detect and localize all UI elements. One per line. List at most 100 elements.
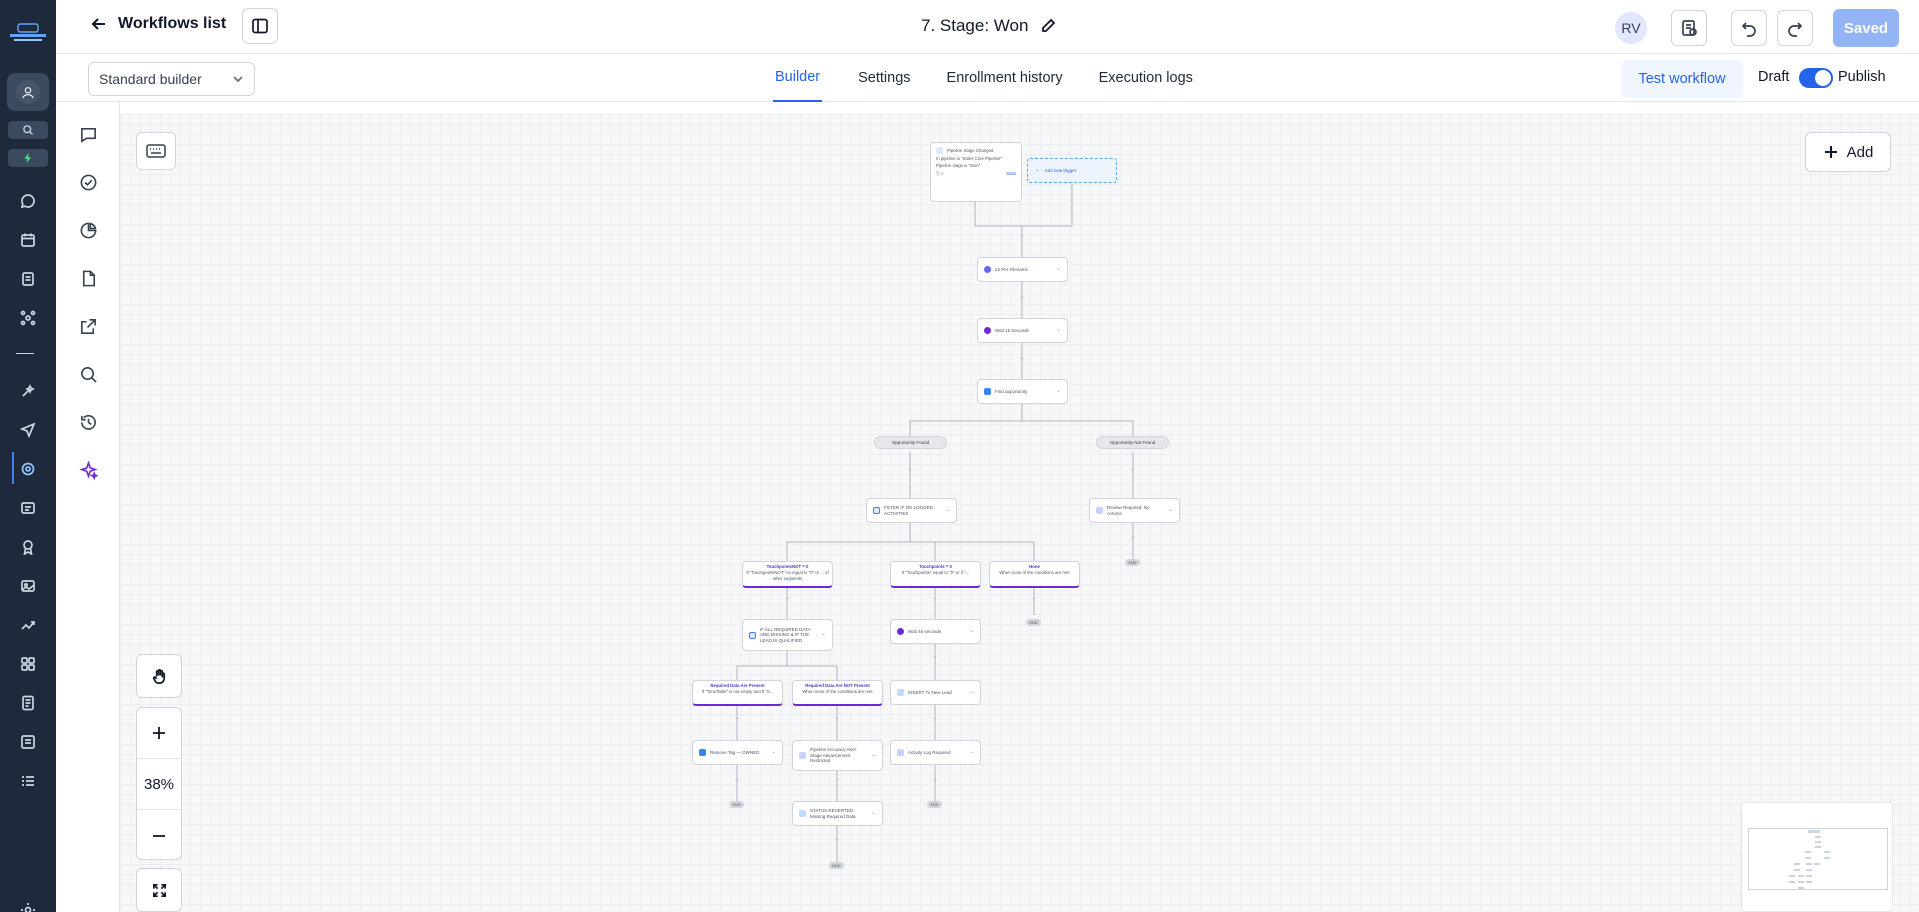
more-options-icon[interactable]: ⌄ xyxy=(1056,388,1061,395)
trigger-copy-icon[interactable]: ⎘ ⊘ xyxy=(936,170,943,178)
branch-touchpoints-zero[interactable]: Touchpoints = 0 If "Touchpoints" equal to… xyxy=(890,561,981,588)
more-options-icon[interactable]: ⌄ xyxy=(1056,266,1061,273)
branch-none[interactable]: None When none of the conditions are met xyxy=(989,561,1080,588)
action-node-pipeline-accuracy-alert[interactable]: Pipeline Accuracy Alert: Stage Advanceme… xyxy=(792,740,883,771)
add-step-plus[interactable]: + xyxy=(907,468,913,474)
zoom-out-button[interactable] xyxy=(137,810,181,861)
nav-media-icon[interactable] xyxy=(16,574,40,598)
more-options-icon[interactable]: ⌄ xyxy=(821,631,826,638)
action-node-all-required-data[interactable]: IF ALL REQUIRED DATA ARE MISSING & IF TH… xyxy=(742,619,833,651)
nav-tasks-icon[interactable] xyxy=(16,769,40,793)
nav-documents-icon[interactable] xyxy=(16,730,40,754)
checklist-icon[interactable] xyxy=(76,170,100,194)
saved-button[interactable]: Saved xyxy=(1833,9,1899,47)
nav-apps-icon[interactable] xyxy=(16,652,40,676)
action-node-wait-1[interactable]: 22 Per Filename ⌄ xyxy=(977,257,1068,282)
zoom-in-button[interactable] xyxy=(137,708,181,759)
tab-execution-logs[interactable]: Execution logs xyxy=(1081,54,1211,102)
nav-conversations-icon[interactable] xyxy=(16,189,40,213)
nav-payments-icon[interactable] xyxy=(16,691,40,715)
company-logo[interactable] xyxy=(8,22,48,46)
account-switcher[interactable] xyxy=(7,73,49,111)
add-step-plus[interactable]: + xyxy=(932,597,938,603)
action-node-remove-tag[interactable]: Remove Tag — OWNED ⌄ xyxy=(692,740,783,765)
redo-button[interactable] xyxy=(1777,10,1813,46)
action-node-insert-new-lead[interactable]: INSERT To New Lead ⌄ xyxy=(890,680,981,705)
publish-toggle[interactable] xyxy=(1799,68,1833,88)
nav-memberships-icon[interactable] xyxy=(16,535,40,559)
branch-required-data-not-present[interactable]: Required Data Are NOT Present When none o… xyxy=(792,680,883,706)
file-icon[interactable] xyxy=(76,266,100,290)
more-options-icon[interactable]: ⌄ xyxy=(969,689,974,696)
external-link-icon[interactable] xyxy=(76,314,100,338)
more-options-icon[interactable]: ⌄ xyxy=(1056,327,1061,334)
undo-button[interactable] xyxy=(1731,10,1767,46)
user-avatar[interactable]: RV xyxy=(1615,12,1647,44)
action-node-review-required[interactable]: Review Required: No Actions ⌄ xyxy=(1089,498,1180,523)
nav-sites-icon[interactable] xyxy=(16,496,40,520)
toggle-panel-button[interactable] xyxy=(242,8,278,44)
nav-opportunities-icon[interactable] xyxy=(16,306,40,330)
more-options-icon[interactable]: ⌄ xyxy=(969,628,974,635)
add-step-plus[interactable]: + xyxy=(834,717,840,723)
keyboard-shortcuts-button[interactable] xyxy=(136,132,176,170)
more-options-icon[interactable]: ⌄ xyxy=(771,749,776,756)
test-workflow-button[interactable]: Test workflow xyxy=(1621,60,1743,98)
search-icon[interactable] xyxy=(76,362,100,386)
nav-settings-icon[interactable] xyxy=(16,898,40,912)
branch-touchpoints-not-zero[interactable]: TouchpointsNOT = 0 If "TouchpointsNOT" no… xyxy=(742,561,833,588)
action-node-find-opportunity[interactable]: Find opportunity ⌄ xyxy=(977,379,1068,404)
history-icon[interactable] xyxy=(76,410,100,434)
add-button[interactable]: Add xyxy=(1805,132,1891,172)
action-node-status-reverted[interactable]: STATUS REVERTED: Missing Required Data ⌄ xyxy=(792,801,883,826)
add-step-plus[interactable]: + xyxy=(1019,234,1025,240)
nav-search-icon[interactable] xyxy=(8,121,48,139)
quick-action-bolt-icon[interactable] xyxy=(8,149,48,167)
builder-type-select[interactable]: Standard builder xyxy=(88,62,255,96)
add-step-plus[interactable]: + xyxy=(1031,597,1037,603)
tab-builder[interactable]: Builder xyxy=(773,54,823,102)
nav-contacts-icon[interactable] xyxy=(16,267,40,291)
nav-marketing-icon[interactable] xyxy=(16,418,40,442)
tab-enrollment-history[interactable]: Enrollment history xyxy=(929,54,1081,102)
add-step-plus[interactable]: + xyxy=(734,717,740,723)
more-options-icon[interactable]: ⌄ xyxy=(871,752,876,759)
comments-icon[interactable] xyxy=(76,122,100,146)
nav-automation-icon[interactable] xyxy=(16,457,40,481)
ai-sparkle-icon[interactable] xyxy=(76,458,100,482)
more-options-icon[interactable]: ⌄ xyxy=(871,810,876,817)
more-options-icon[interactable]: ⌄ xyxy=(945,507,950,514)
edit-pencil-icon[interactable] xyxy=(1040,18,1056,34)
action-node-filter[interactable]: FILTER IF NO LOGGED ACTIVITIES ⌄ xyxy=(866,498,957,523)
add-step-plus[interactable]: + xyxy=(834,838,840,844)
back-to-workflows-link[interactable]: Workflows list xyxy=(90,15,226,33)
add-new-trigger-button[interactable]: + Add new trigger xyxy=(1027,158,1117,183)
fit-view-button[interactable] xyxy=(136,868,182,912)
analytics-pie-icon[interactable] xyxy=(76,218,100,242)
add-step-plus[interactable]: + xyxy=(1130,468,1136,474)
action-node-activity-log-required[interactable]: Activity Log Required ⌄ xyxy=(890,740,981,765)
nav-reporting-icon[interactable] xyxy=(16,613,40,637)
workflow-canvas[interactable]: Add Pipeline Stage Changed In pipeline i… xyxy=(120,114,1919,912)
add-step-plus[interactable]: + xyxy=(932,778,938,784)
tab-settings[interactable]: Settings xyxy=(840,54,928,102)
more-options-icon[interactable]: ⌄ xyxy=(1168,507,1173,514)
pan-hand-button[interactable] xyxy=(136,654,182,698)
workflow-notes-button[interactable] xyxy=(1671,10,1707,46)
trigger-stats-link[interactable]: Stats xyxy=(1006,170,1016,178)
more-options-icon[interactable]: ⌄ xyxy=(969,749,974,756)
add-step-plus[interactable]: + xyxy=(932,717,938,723)
add-step-plus[interactable]: + xyxy=(734,778,740,784)
branch-required-data-present[interactable]: Required Data Are Present If "TimeTable" … xyxy=(692,680,783,706)
trigger-node[interactable]: Pipeline Stage Changed In pipeline is "S… xyxy=(930,142,1022,202)
action-node-wait-2[interactable]: Wait 15 Seconds ⌄ xyxy=(977,318,1068,343)
add-step-plus[interactable]: + xyxy=(1019,296,1025,302)
add-step-plus[interactable]: + xyxy=(784,597,790,603)
add-step-plus[interactable]: + xyxy=(1019,357,1025,363)
add-step-plus[interactable]: + xyxy=(1130,536,1136,542)
action-node-wait-3[interactable]: Wait 45 seconds ⌄ xyxy=(890,619,981,644)
minimap-viewport[interactable] xyxy=(1748,828,1888,890)
canvas-minimap[interactable] xyxy=(1741,802,1893,912)
nav-ai-icon[interactable] xyxy=(16,379,40,403)
add-step-plus[interactable]: + xyxy=(834,778,840,784)
